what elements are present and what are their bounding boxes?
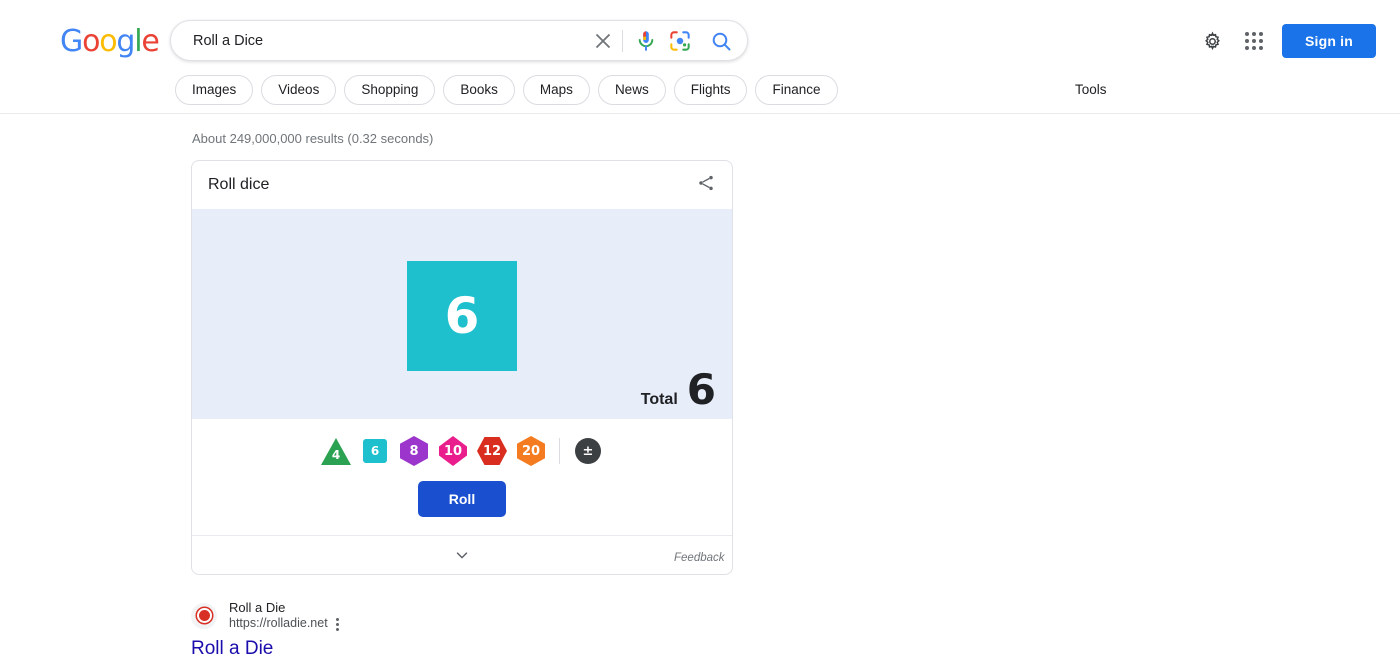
tab-images[interactable]: Images xyxy=(175,75,254,105)
tab-finance[interactable]: Finance xyxy=(755,75,838,105)
picker-divider xyxy=(559,438,560,464)
dice-option-label: 20 xyxy=(521,443,541,459)
dice-option-label: 8 xyxy=(409,443,419,459)
roll-dice-widget: Roll dice 6 Total 6 4 6 8 10 12 20 ± Rol… xyxy=(191,160,733,575)
dice-stage: 6 Total 6 xyxy=(192,209,732,419)
search-input[interactable] xyxy=(191,31,590,50)
dice-option-d20[interactable]: 20 xyxy=(516,436,546,466)
rolled-die: 6 xyxy=(407,261,517,371)
search-filter-tabs: Images Videos Shopping Books Maps News F… xyxy=(175,75,838,105)
page-header: Google Roll a Dice Sign in Images Videos… xyxy=(0,0,1400,114)
dice-modifier-button[interactable]: ± xyxy=(573,436,603,466)
result-url: https://rolladie.net xyxy=(229,616,328,631)
expand-widget-button[interactable] xyxy=(192,536,732,574)
results-count: About 249,000,000 results (0.32 seconds) xyxy=(192,131,434,146)
dice-modifier-label: ± xyxy=(582,443,594,459)
dice-option-d6[interactable]: 6 xyxy=(360,436,390,466)
gear-icon[interactable] xyxy=(1200,28,1226,54)
result-title-link[interactable]: Roll a Die xyxy=(191,637,339,662)
more-options-icon[interactable] xyxy=(335,617,339,631)
tools-button[interactable]: Tools xyxy=(1075,82,1107,97)
share-icon[interactable] xyxy=(696,173,716,198)
search-submit-button[interactable] xyxy=(709,29,733,53)
tab-flights[interactable]: Flights xyxy=(673,75,748,105)
result-header: Roll a Die https://rolladie.net xyxy=(191,600,339,632)
apps-grid-icon[interactable] xyxy=(1241,28,1267,54)
search-bar[interactable] xyxy=(170,20,748,61)
tab-books[interactable]: Books xyxy=(443,75,515,105)
dice-option-label: 12 xyxy=(482,443,502,459)
result-site-name: Roll a Die xyxy=(229,600,286,615)
dice-option-d12[interactable]: 12 xyxy=(477,436,507,466)
dice-option-label: 6 xyxy=(370,444,380,458)
google-logo[interactable]: Google xyxy=(60,24,160,59)
tab-shopping[interactable]: Shopping xyxy=(344,75,436,105)
total-value: 6 xyxy=(686,365,716,414)
search-divider xyxy=(622,29,623,52)
dice-option-d10[interactable]: 10 xyxy=(438,436,468,466)
microphone-icon[interactable] xyxy=(633,28,667,54)
result-meta: Roll a Die https://rolladie.net xyxy=(229,600,339,632)
total-display: Total 6 xyxy=(641,369,716,411)
roll-button[interactable]: Roll xyxy=(417,481,507,517)
dice-option-label: 4 xyxy=(331,447,341,462)
clear-search-button[interactable] xyxy=(590,28,616,54)
roll-button-row: Roll xyxy=(192,481,732,517)
dice-option-d4[interactable]: 4 xyxy=(321,436,351,466)
chevron-down-icon xyxy=(456,552,468,559)
google-lens-icon[interactable] xyxy=(667,28,709,54)
dice-controls: 4 6 8 10 12 20 ± Roll xyxy=(192,419,732,536)
dice-type-picker: 4 6 8 10 12 20 ± xyxy=(192,433,732,469)
rolladie-favicon xyxy=(191,602,217,629)
widget-header: Roll dice xyxy=(192,161,732,209)
header-actions: Sign in xyxy=(1200,24,1376,58)
tab-videos[interactable]: Videos xyxy=(261,75,337,105)
result-url-row: https://rolladie.net xyxy=(229,616,339,632)
widget-title: Roll dice xyxy=(208,176,270,193)
tab-maps[interactable]: Maps xyxy=(522,75,590,105)
dice-option-label: 10 xyxy=(443,443,463,459)
dice-option-d8[interactable]: 8 xyxy=(399,436,429,466)
sign-in-button[interactable]: Sign in xyxy=(1281,24,1376,58)
total-label: Total xyxy=(640,391,678,408)
search-result: Roll a Die https://rolladie.net Roll a D… xyxy=(191,600,339,662)
tab-news[interactable]: News xyxy=(597,75,666,105)
feedback-link[interactable]: Feedback xyxy=(674,552,725,564)
